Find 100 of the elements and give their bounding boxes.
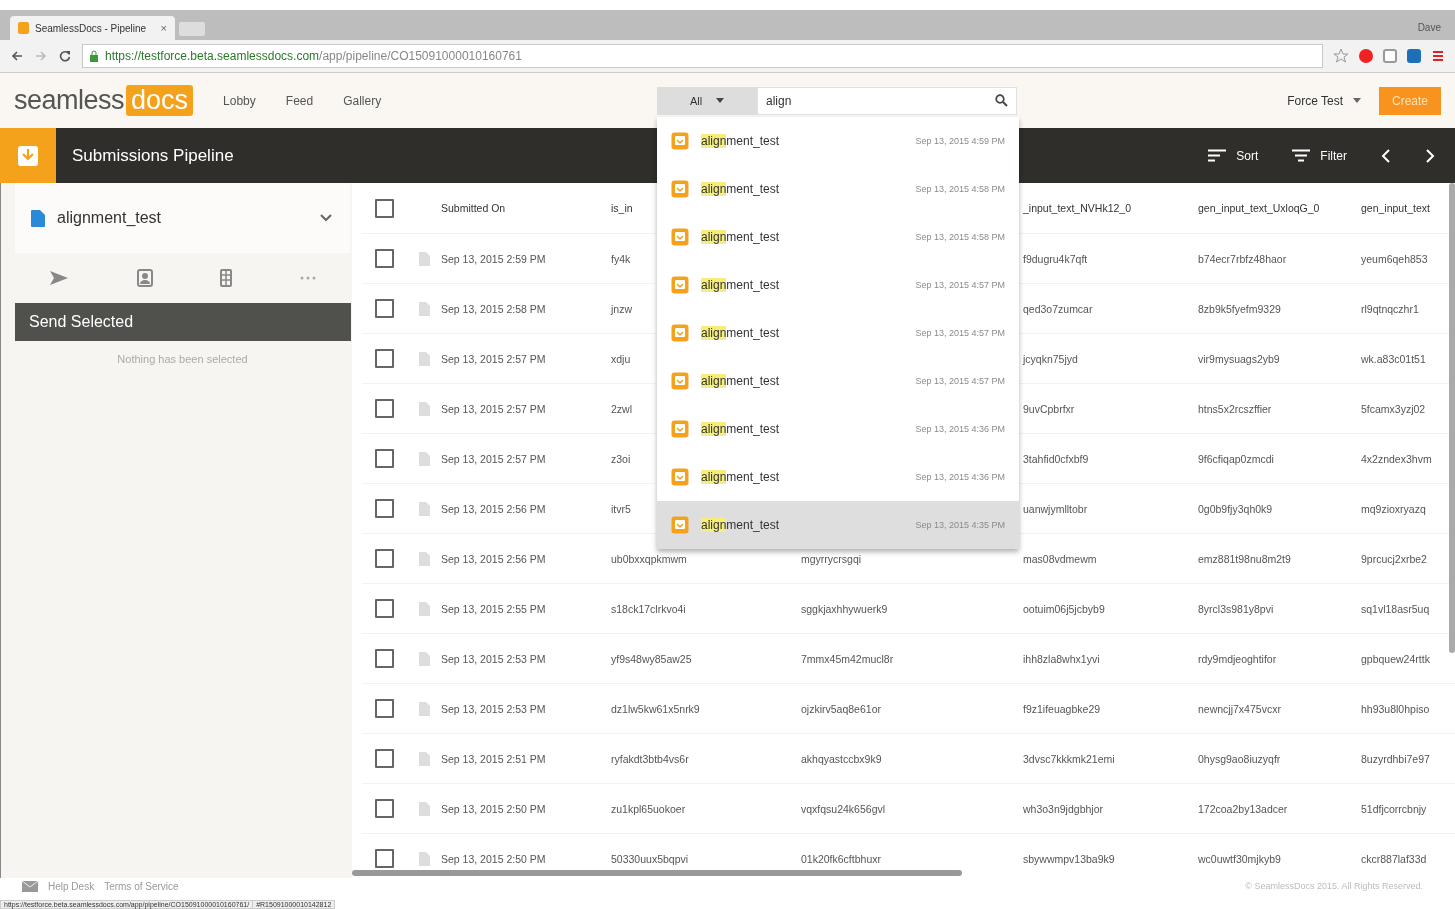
table-cell: Sep 13, 2015 2:57 PM <box>441 452 546 465</box>
form-selector[interactable]: alignment_test <box>15 183 350 253</box>
scrollbar-thumb[interactable] <box>352 870 962 876</box>
table-cell: wk.a83c01t51 <box>1361 352 1426 365</box>
sort-button[interactable]: Sort <box>1208 148 1259 163</box>
row-checkbox[interactable] <box>375 749 394 768</box>
table-cell: 50330uux5bqpvi <box>611 852 689 865</box>
table-cell: Sep 13, 2015 2:50 PM <box>441 802 546 815</box>
chevron-left-icon[interactable] <box>1381 148 1391 163</box>
document-icon <box>418 751 430 766</box>
table-cell: 0hysg9ao8iuzyqfr <box>1198 752 1281 765</box>
table-cell: yeum6qeh853 <box>1361 252 1428 265</box>
menu-icon[interactable] <box>1431 49 1445 63</box>
star-icon[interactable] <box>1333 48 1349 64</box>
document-icon <box>418 801 430 816</box>
row-checkbox[interactable] <box>375 299 394 318</box>
column-header[interactable]: gen_input_text_UxloqG_0 <box>1198 202 1320 214</box>
table-cell: 8yrcl3s981y8pvi <box>1198 602 1274 615</box>
table-cell: Sep 13, 2015 2:56 PM <box>441 502 546 515</box>
search-result[interactable]: alignment_test Sep 13, 2015 4:57 PM <box>657 260 1019 309</box>
column-header[interactable]: _input_text_NVHk12_0 <box>1023 202 1131 214</box>
table-cell: wh3o3n9jdgbhjor <box>1023 802 1103 815</box>
close-tab-button[interactable]: × <box>160 22 167 34</box>
inbox-icon <box>17 144 39 167</box>
table-cell: mq9zioxryazq <box>1361 502 1426 515</box>
document-icon <box>418 551 430 566</box>
search-result[interactable]: alignment_test Sep 13, 2015 4:57 PM <box>657 308 1019 357</box>
address-field[interactable]: https://testforce.beta.seamlessdocs.com/app/pipeline/CO15091000010160761 <box>82 44 1323 68</box>
row-checkbox[interactable] <box>375 799 394 818</box>
column-header[interactable]: Submitted On <box>441 202 506 214</box>
search-result[interactable]: alignment_test Sep 13, 2015 4:58 PM <box>657 212 1019 261</box>
reload-icon[interactable] <box>58 49 72 63</box>
page-title: Submissions Pipeline <box>72 145 234 166</box>
contact-icon[interactable] <box>136 269 153 287</box>
table-cell: 172coa2by13adcer <box>1198 802 1288 815</box>
logo[interactable]: seamless docs <box>14 85 194 116</box>
form-icon <box>671 179 689 198</box>
search-icon <box>995 94 1008 107</box>
document-icon <box>418 851 430 866</box>
row-checkbox[interactable] <box>375 399 394 418</box>
profile-name[interactable]: Dave <box>1417 22 1441 33</box>
document-icon <box>418 651 430 666</box>
row-checkbox[interactable] <box>375 549 394 568</box>
table-cell: Sep 13, 2015 2:53 PM <box>441 702 546 715</box>
table-cell: ryfakdt3btb4vs6r <box>611 752 689 765</box>
select-all-checkbox[interactable] <box>375 198 394 218</box>
row-checkbox[interactable] <box>375 699 394 718</box>
table-cell: gpbquew24rttk <box>1361 652 1430 665</box>
column-header[interactable]: gen_input_text <box>1361 202 1430 214</box>
tab-title: SeamlessDocs - Pipeline <box>35 22 148 34</box>
extension-icon[interactable] <box>1359 49 1373 63</box>
scrollbar-thumb[interactable] <box>1449 183 1455 653</box>
table-cell: ub0bxxqpkmwm <box>611 552 687 565</box>
table-cell: 4x2zndex3hvm <box>1361 452 1432 465</box>
row-checkbox[interactable] <box>375 499 394 518</box>
row-checkbox[interactable] <box>375 349 394 368</box>
account-menu[interactable]: Force Test <box>1287 93 1361 108</box>
nav-link[interactable]: Feed <box>285 93 314 108</box>
search-result[interactable]: alignment_test Sep 13, 2015 4:36 PM <box>657 452 1019 501</box>
table-cell: itvr5 <box>611 502 631 515</box>
search-result[interactable]: alignment_test Sep 13, 2015 4:59 PM <box>657 116 1019 165</box>
table-cell: htns5x2rcszffier <box>1198 402 1272 415</box>
table-cell: rl9qtnqczhr1 <box>1361 302 1419 315</box>
row-checkbox[interactable] <box>375 249 394 268</box>
scope-dropdown[interactable]: All <box>657 86 757 115</box>
columns-icon[interactable] <box>220 269 233 287</box>
table-cell: hh93u8l0hpiso <box>1361 702 1430 715</box>
mail-icon <box>22 881 38 892</box>
row-checkbox[interactable] <box>375 649 394 668</box>
table-cell: 9f6cfiqap0zmcdi <box>1198 452 1274 465</box>
send-selected-button[interactable]: Send Selected <box>15 303 351 341</box>
table-cell: jcyqkn75jyd <box>1023 352 1078 365</box>
search-field[interactable]: align <box>757 86 1017 115</box>
browser-tab[interactable]: SeamlessDocs - Pipeline × <box>10 16 175 40</box>
table-cell: Sep 13, 2015 2:59 PM <box>441 252 546 265</box>
document-icon <box>418 701 430 716</box>
row-checkbox[interactable] <box>375 849 394 868</box>
back-icon[interactable] <box>10 49 24 63</box>
chevron-right-icon[interactable] <box>1425 148 1435 163</box>
search-result[interactable]: alignment_test Sep 13, 2015 4:35 PM <box>657 500 1019 549</box>
send-icon[interactable] <box>48 270 69 286</box>
table-cell: 0g0b9fjy3qh0k9 <box>1198 502 1273 515</box>
nav-link[interactable]: Lobby <box>223 93 256 108</box>
lock-icon <box>89 50 99 62</box>
row-checkbox[interactable] <box>375 449 394 468</box>
table-cell: Sep 13, 2015 2:55 PM <box>441 602 546 615</box>
table-cell: ootuim06j5jcbyb9 <box>1023 602 1105 615</box>
filter-button[interactable]: Filter <box>1292 148 1347 163</box>
search-result[interactable]: alignment_test Sep 13, 2015 4:57 PM <box>657 356 1019 405</box>
search-result[interactable]: alignment_test Sep 13, 2015 4:58 PM <box>657 164 1019 213</box>
table-cell: 5fcamx3yzj02 <box>1361 402 1426 415</box>
table-cell: xdju <box>611 352 631 365</box>
form-icon <box>671 467 689 486</box>
row-checkbox[interactable] <box>375 599 394 618</box>
search-result[interactable]: alignment_test Sep 13, 2015 4:36 PM <box>657 404 1019 453</box>
nav-link[interactable]: Gallery <box>343 93 382 108</box>
column-header[interactable]: is_in <box>611 202 633 214</box>
table-cell: 3tahfid0cfxbf9 <box>1023 452 1089 465</box>
caret-icon <box>1353 98 1361 103</box>
table-cell: Sep 13, 2015 2:58 PM <box>441 302 546 315</box>
